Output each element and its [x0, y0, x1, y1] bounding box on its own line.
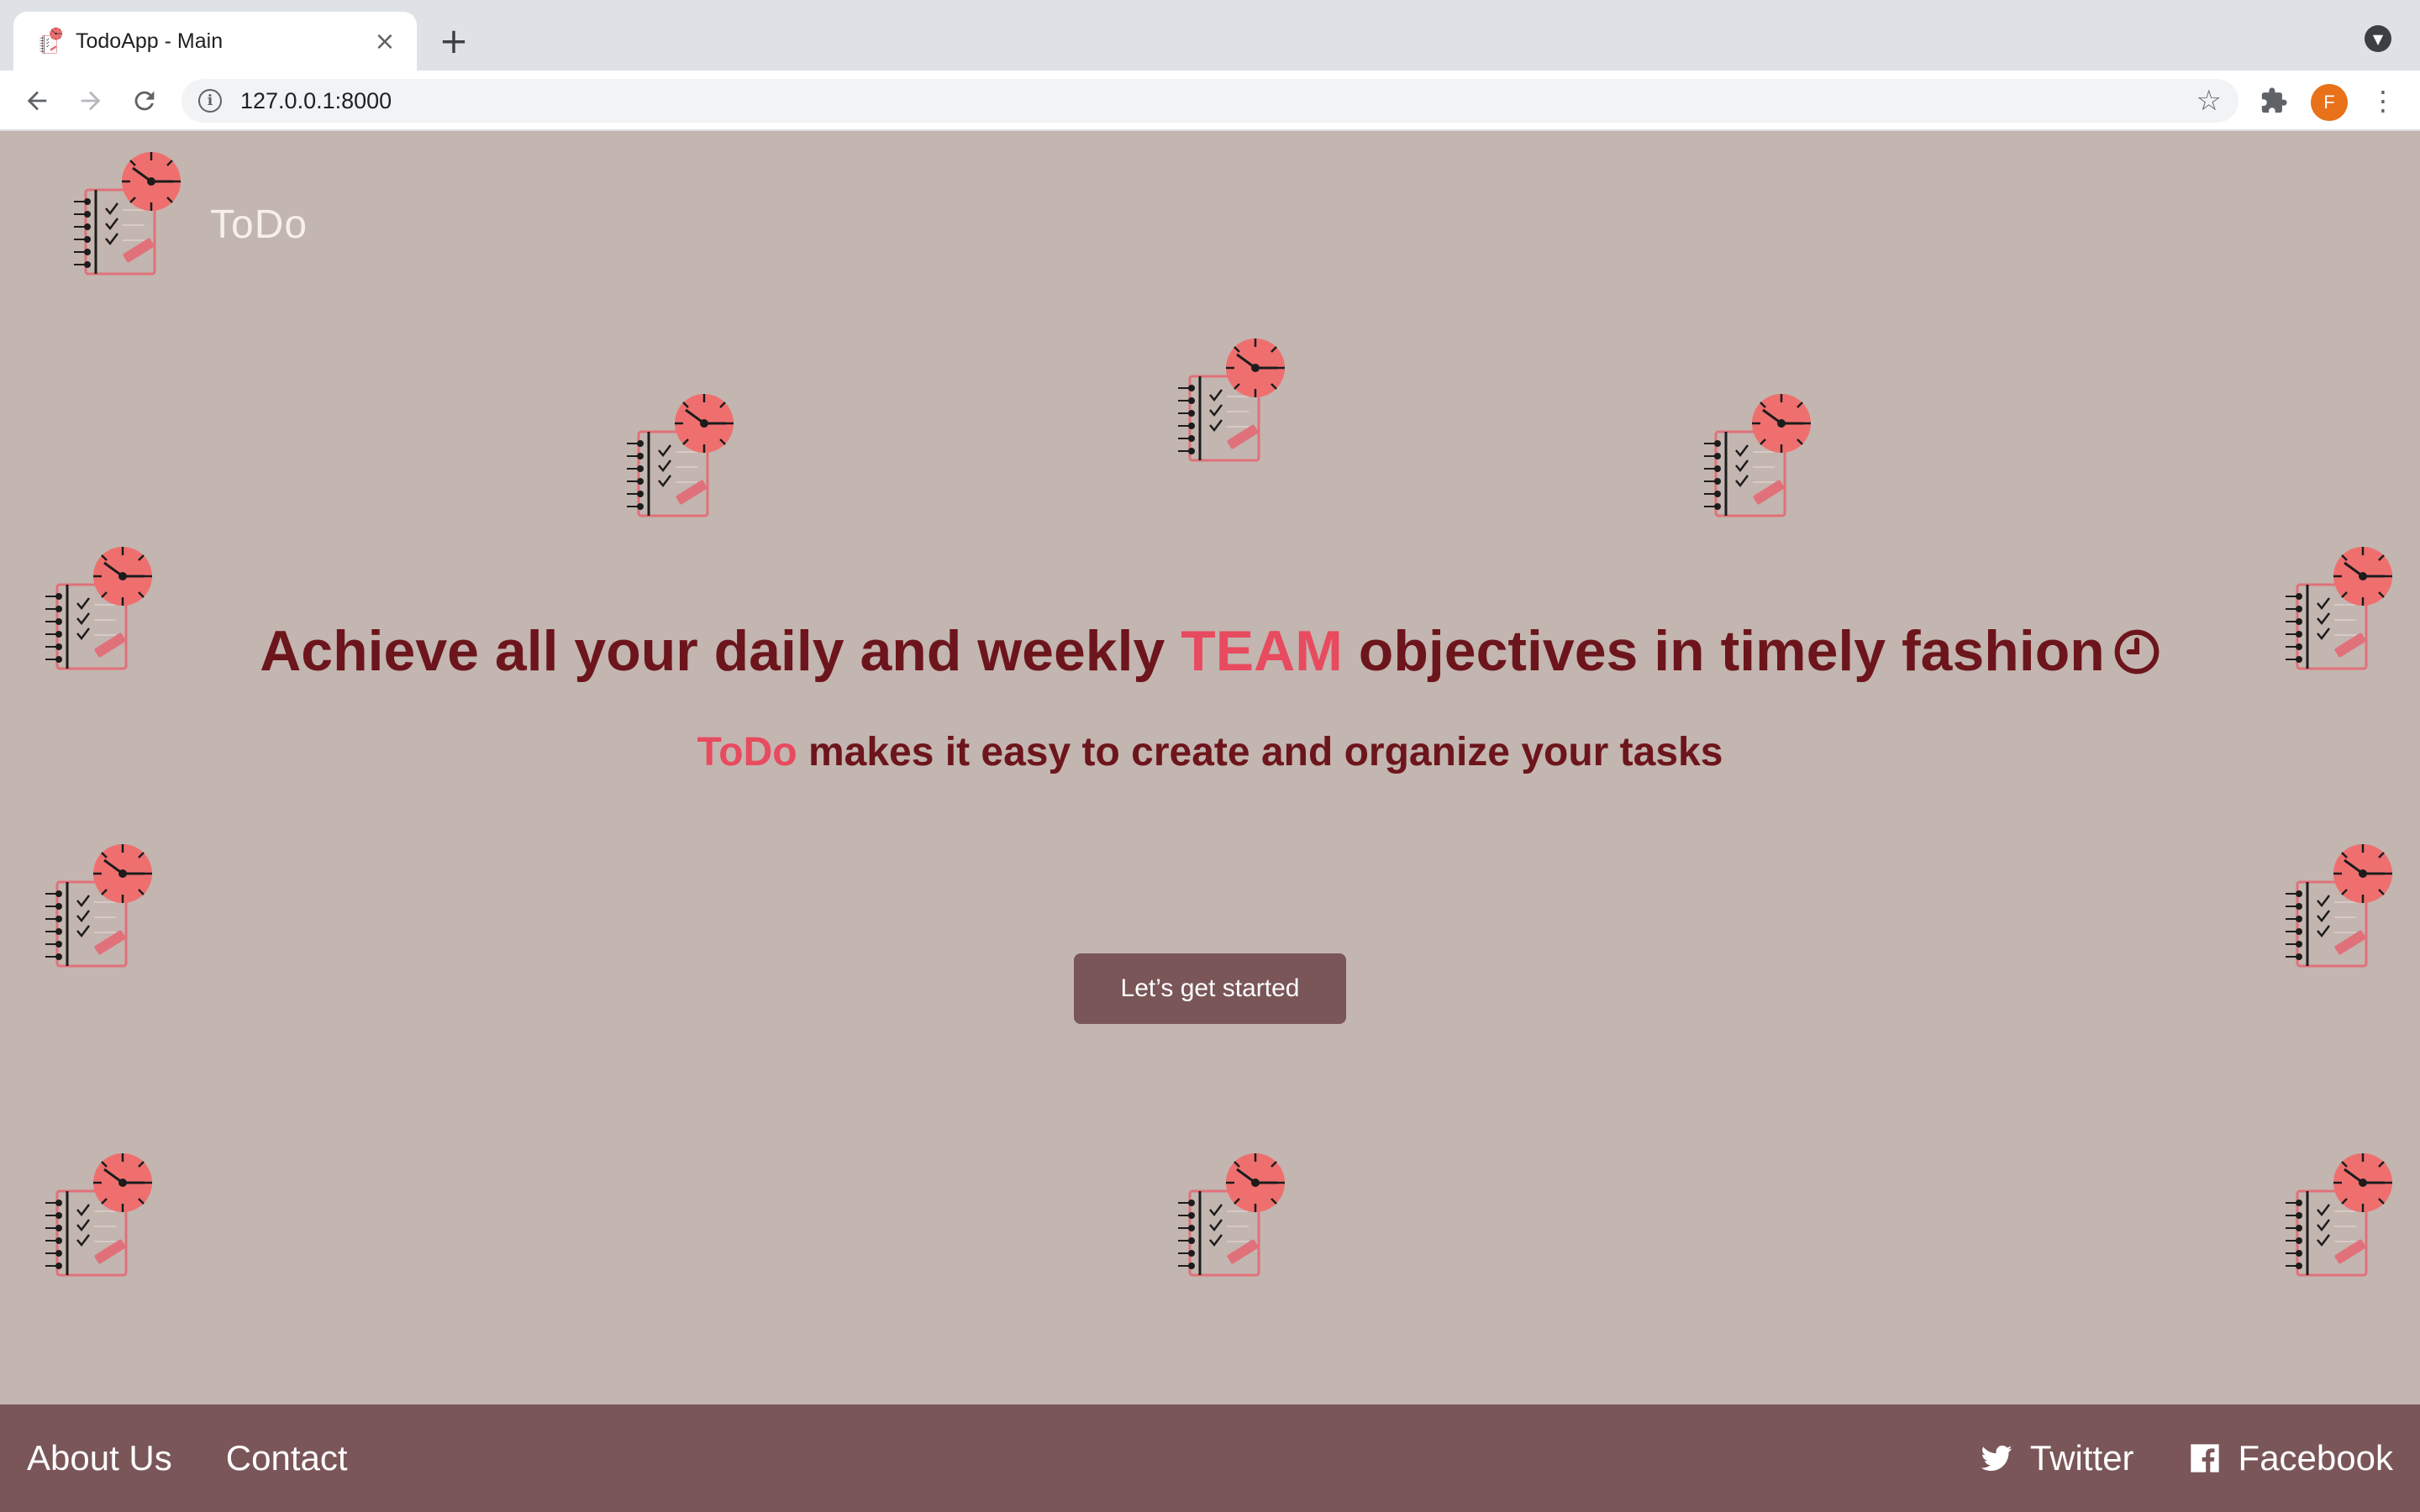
about-us-link[interactable]: About Us	[27, 1438, 172, 1478]
todo-illustration-icon	[17, 842, 160, 976]
tab-search-icon[interactable]: ▼	[2365, 25, 2391, 52]
headline-part1: Achieve all your daily and weekly	[260, 619, 1181, 683]
facebook-link[interactable]: Facebook	[2188, 1438, 2393, 1478]
todo-illustration-icon	[598, 391, 741, 526]
subhead-text: makes it easy to create and organize you…	[797, 730, 1723, 774]
reload-icon[interactable]	[124, 81, 165, 121]
todo-illustration-icon	[1676, 391, 1818, 526]
todo-illustration-icon	[2257, 1151, 2400, 1285]
browser-tabstrip: TodoApp - Main × + ▼	[0, 0, 2420, 71]
browser-tab-active[interactable]: TodoApp - Main ×	[13, 12, 417, 71]
clock-icon	[2114, 629, 2160, 675]
url-text: 127.0.0.1:8000	[240, 87, 392, 113]
headline-accent: TEAM	[1181, 619, 1343, 683]
todo-illustration-icon	[1150, 1151, 1292, 1285]
twitter-icon	[1981, 1445, 2012, 1471]
headline-part2: objectives in timely fashion	[1342, 619, 2105, 683]
todo-illustration-icon	[1150, 336, 1292, 470]
site-footer: About Us Contact Twitter Facebook	[0, 1404, 2420, 1512]
twitter-label: Twitter	[2029, 1438, 2134, 1478]
forward-icon[interactable]	[71, 81, 111, 121]
tab-title: TodoApp - Main	[76, 29, 224, 53]
profile-avatar[interactable]: F	[2311, 84, 2348, 121]
browser-toolbar: i 127.0.0.1:8000 ☆ ⋮	[0, 71, 2420, 131]
facebook-icon	[2190, 1444, 2219, 1473]
extensions-icon[interactable]	[2255, 82, 2292, 119]
todo-illustration-icon	[45, 150, 188, 284]
tab-close-icon[interactable]: ×	[370, 26, 400, 56]
contact-link[interactable]: Contact	[226, 1438, 348, 1478]
app-favicon-icon	[34, 26, 64, 56]
twitter-link[interactable]: Twitter	[1980, 1438, 2134, 1478]
brand-name[interactable]: ToDo	[210, 202, 308, 248]
subhead-brand: ToDo	[697, 730, 797, 774]
address-bar[interactable]: i 127.0.0.1:8000 ☆	[182, 79, 2238, 123]
todo-illustration-icon	[2257, 842, 2400, 976]
browser-menu-icon[interactable]: ⋮	[2365, 82, 2402, 119]
new-tab-button[interactable]: +	[434, 20, 474, 61]
site-info-icon[interactable]: i	[198, 89, 222, 113]
hero-subheading: ToDo makes it easy to create and organiz…	[0, 729, 2420, 775]
landing-page: ToDo Achieve all your daily and weekly T…	[0, 131, 2420, 1404]
bookmark-star-icon[interactable]: ☆	[2196, 84, 2222, 118]
social-links: Twitter Facebook	[1926, 1438, 2393, 1478]
facebook-label: Facebook	[2238, 1438, 2393, 1478]
get-started-button[interactable]: Let’s get started	[1074, 953, 1346, 1024]
todo-illustration-icon	[17, 1151, 160, 1285]
hero-headline: Achieve all your daily and weekly TEAM o…	[0, 618, 2420, 684]
back-icon[interactable]	[17, 81, 57, 121]
